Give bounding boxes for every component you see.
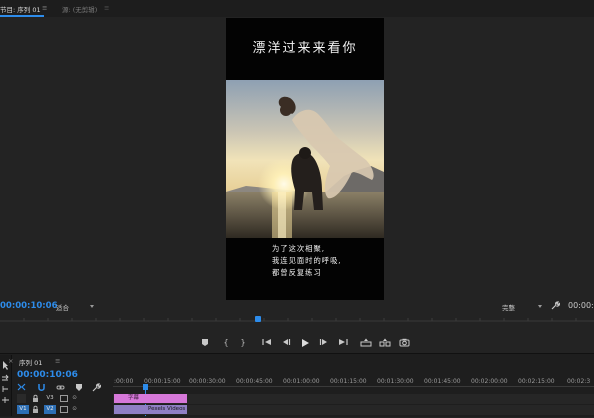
ruler-tick: :00:00 (114, 378, 134, 385)
video-image (226, 80, 384, 238)
panel-tab-bar: 节目: 序列 01 ≡ 源: (无剪辑) ≡ (0, 0, 594, 18)
add-marker-icon[interactable] (75, 383, 84, 392)
timeline-ruler[interactable] (113, 386, 594, 392)
clip-title-label: 字幕 (128, 395, 140, 401)
ruler-tick: 00:01:00:00 (283, 378, 320, 385)
sync-lock-icon[interactable] (60, 406, 68, 413)
ruler-tick: 00:02:3 (567, 378, 591, 385)
razor-tool-icon (2, 397, 9, 403)
caption-title: 漂洋过来来看你 (252, 41, 358, 56)
timeline-timecode[interactable]: 00:00:10:06 (17, 370, 78, 380)
play-icon[interactable] (299, 337, 311, 349)
tab-source-menu-icon[interactable]: ≡ (104, 4, 109, 12)
tab-source-monitor[interactable]: 源: (无剪辑) (62, 4, 97, 14)
lock-icon[interactable] (32, 394, 39, 403)
wrench-icon[interactable] (92, 383, 102, 392)
track-v3-label[interactable]: V3 (44, 394, 56, 403)
playback-resolution-select[interactable]: 完整 (502, 302, 542, 312)
eye-icon[interactable]: ⊙ (70, 394, 79, 403)
add-marker-icon[interactable] (199, 337, 211, 349)
track-v2-label[interactable]: V2 (44, 405, 56, 414)
insert-nest-icon[interactable] (17, 383, 26, 392)
extract-icon[interactable] (379, 337, 391, 349)
caption-line-3: 都曾反复练习 (272, 268, 322, 277)
chevron-down-icon (90, 305, 94, 308)
caption-line-1: 为了这次相聚, (272, 244, 326, 253)
caption-line-2: 我连见面时的呼吸, (272, 256, 342, 265)
program-timecode[interactable]: 00:00:10:06 (0, 301, 58, 311)
snap-icon[interactable] (37, 383, 46, 392)
ruler-tick: 00:00:30:00 (189, 378, 226, 385)
zoom-level-value: 适合 (56, 304, 69, 312)
track-v1-source-target[interactable]: V1 (17, 405, 29, 414)
linked-selection-icon[interactable] (56, 383, 65, 392)
ruler-tick: 00:02:15:00 (518, 378, 555, 385)
ruler-tick: 00:00:15:00 (144, 378, 181, 385)
tab-timeline-sequence[interactable]: 序列 01 (19, 357, 42, 367)
step-forward-icon[interactable] (318, 337, 330, 349)
chevron-down-icon (538, 305, 542, 308)
ruler-tick: 00:01:45:00 (424, 378, 461, 385)
step-back-icon[interactable] (280, 337, 292, 349)
ruler-tick: 00:01:15:00 (330, 378, 367, 385)
track-select-tool-icon (2, 374, 9, 381)
wrench-icon[interactable] (551, 301, 561, 310)
monitor-time-ruler[interactable] (0, 313, 594, 325)
ruler-tick: 00:00:45:00 (236, 378, 273, 385)
clip-video[interactable]: Pexels Videos (114, 405, 187, 414)
clip-title[interactable]: 字幕 (114, 394, 187, 403)
clip-video-label: Pexels Videos (148, 406, 186, 412)
timeline-tab-menu-icon[interactable]: ≡ (55, 357, 60, 365)
timeline-tab-close-icon[interactable]: × (8, 357, 13, 365)
sync-lock-icon[interactable] (60, 395, 68, 402)
sequence-duration: 00:00:2 (568, 301, 594, 310)
track-v3-source-target[interactable] (17, 394, 26, 403)
ripple-edit-tool-icon (2, 386, 8, 392)
mark-out-button[interactable]: } (237, 337, 249, 349)
camera-icon[interactable] (398, 337, 410, 349)
tab-program-monitor[interactable]: 节目: 序列 01 (0, 4, 41, 14)
lift-icon[interactable] (360, 337, 372, 349)
playback-resolution-value: 完整 (502, 304, 515, 312)
ruler-tick: 00:01:30:00 (377, 378, 414, 385)
tab-program-menu-icon[interactable]: ≡ (42, 4, 47, 12)
eye-icon[interactable]: ⊙ (70, 405, 79, 414)
go-to-in-icon[interactable] (261, 337, 273, 349)
zoom-level-select[interactable]: 适合 (56, 302, 94, 312)
monitor-playhead[interactable] (255, 316, 261, 322)
ruler-tick: 00:02:00:00 (471, 378, 508, 385)
lock-icon[interactable] (32, 405, 39, 414)
mark-in-button[interactable]: { (220, 337, 232, 349)
go-to-out-icon[interactable] (337, 337, 349, 349)
